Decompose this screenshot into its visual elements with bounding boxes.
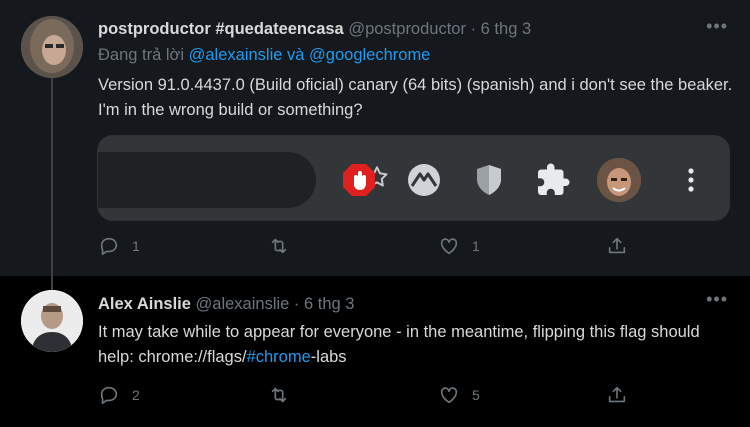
heart-icon xyxy=(440,387,458,404)
replying-to: Đang trả lời @alexainslie và @googlechro… xyxy=(98,46,430,65)
like-button[interactable]: 5 xyxy=(438,384,480,406)
more-options-icon[interactable]: ••• xyxy=(706,16,728,37)
tweet-actions: 2 5 xyxy=(98,384,658,408)
tweet-text: It may take while to appear for everyone… xyxy=(98,320,738,370)
tweet-actions: 1 1 xyxy=(98,235,658,259)
reply-count: 1 xyxy=(132,238,140,254)
separator-dot: · xyxy=(293,295,300,313)
reply-icon xyxy=(100,237,118,256)
tweet-media-image[interactable] xyxy=(97,135,730,221)
tweet-text-suffix: -labs xyxy=(310,348,347,366)
replying-prefix: Đang trả lời xyxy=(98,46,185,64)
avatar-postproductor[interactable] xyxy=(21,16,83,78)
mention-conjunction: và xyxy=(287,46,305,64)
like-count: 1 xyxy=(472,238,480,254)
retweet-button[interactable] xyxy=(268,384,302,406)
author-name[interactable]: Alex Ainslie xyxy=(98,295,191,313)
share-icon xyxy=(608,386,626,403)
mention-link[interactable]: @googlechrome xyxy=(309,46,430,64)
more-options-icon[interactable]: ••• xyxy=(706,289,728,310)
reply-button[interactable]: 2 xyxy=(98,384,140,406)
avatar-alexainslie[interactable] xyxy=(21,290,83,352)
tweet-date[interactable]: 6 thg 3 xyxy=(481,20,531,38)
heart-icon xyxy=(440,238,458,255)
shield-extension-icon xyxy=(477,165,501,195)
stop-hand-extension-icon xyxy=(343,164,375,196)
like-count: 5 xyxy=(472,387,480,403)
thread-connector-line xyxy=(51,76,53,292)
puzzle-icon xyxy=(538,163,570,195)
retweet-icon xyxy=(271,238,287,254)
omnibox-bar xyxy=(98,152,316,208)
share-icon xyxy=(608,237,626,254)
reply-icon xyxy=(100,386,118,405)
share-button[interactable] xyxy=(606,235,628,257)
tweet-text: Version 91.0.4437.0 (Build oficial) cana… xyxy=(98,76,733,119)
reply-button[interactable]: 1 xyxy=(98,235,140,257)
kebab-menu-icon xyxy=(688,168,694,192)
retweet-icon xyxy=(271,387,287,403)
reply-count: 2 xyxy=(132,387,140,403)
author-name[interactable]: postproductor #quedateencasa xyxy=(98,20,344,38)
tweet-header: postproductor #quedateencasa @postproduc… xyxy=(98,20,531,39)
separator-dot: · xyxy=(470,20,477,38)
tweet-header: Alex Ainslie @alexainslie · 6 thg 3 xyxy=(98,295,354,314)
author-handle[interactable]: @postproductor xyxy=(348,20,466,38)
hashtag-link[interactable]: #chrome xyxy=(247,348,311,366)
retweet-button[interactable] xyxy=(268,235,302,257)
tweet-text-body: It may take while to appear for everyone… xyxy=(98,323,700,366)
share-button[interactable] xyxy=(606,384,628,406)
author-handle[interactable]: @alexainslie xyxy=(196,295,290,313)
like-button[interactable]: 1 xyxy=(438,235,480,257)
vpn-extension-icon xyxy=(408,164,440,196)
tweet-date[interactable]: 6 thg 3 xyxy=(304,295,354,313)
mention-link[interactable]: @alexainslie xyxy=(189,46,283,64)
profile-face-icon xyxy=(597,158,641,202)
